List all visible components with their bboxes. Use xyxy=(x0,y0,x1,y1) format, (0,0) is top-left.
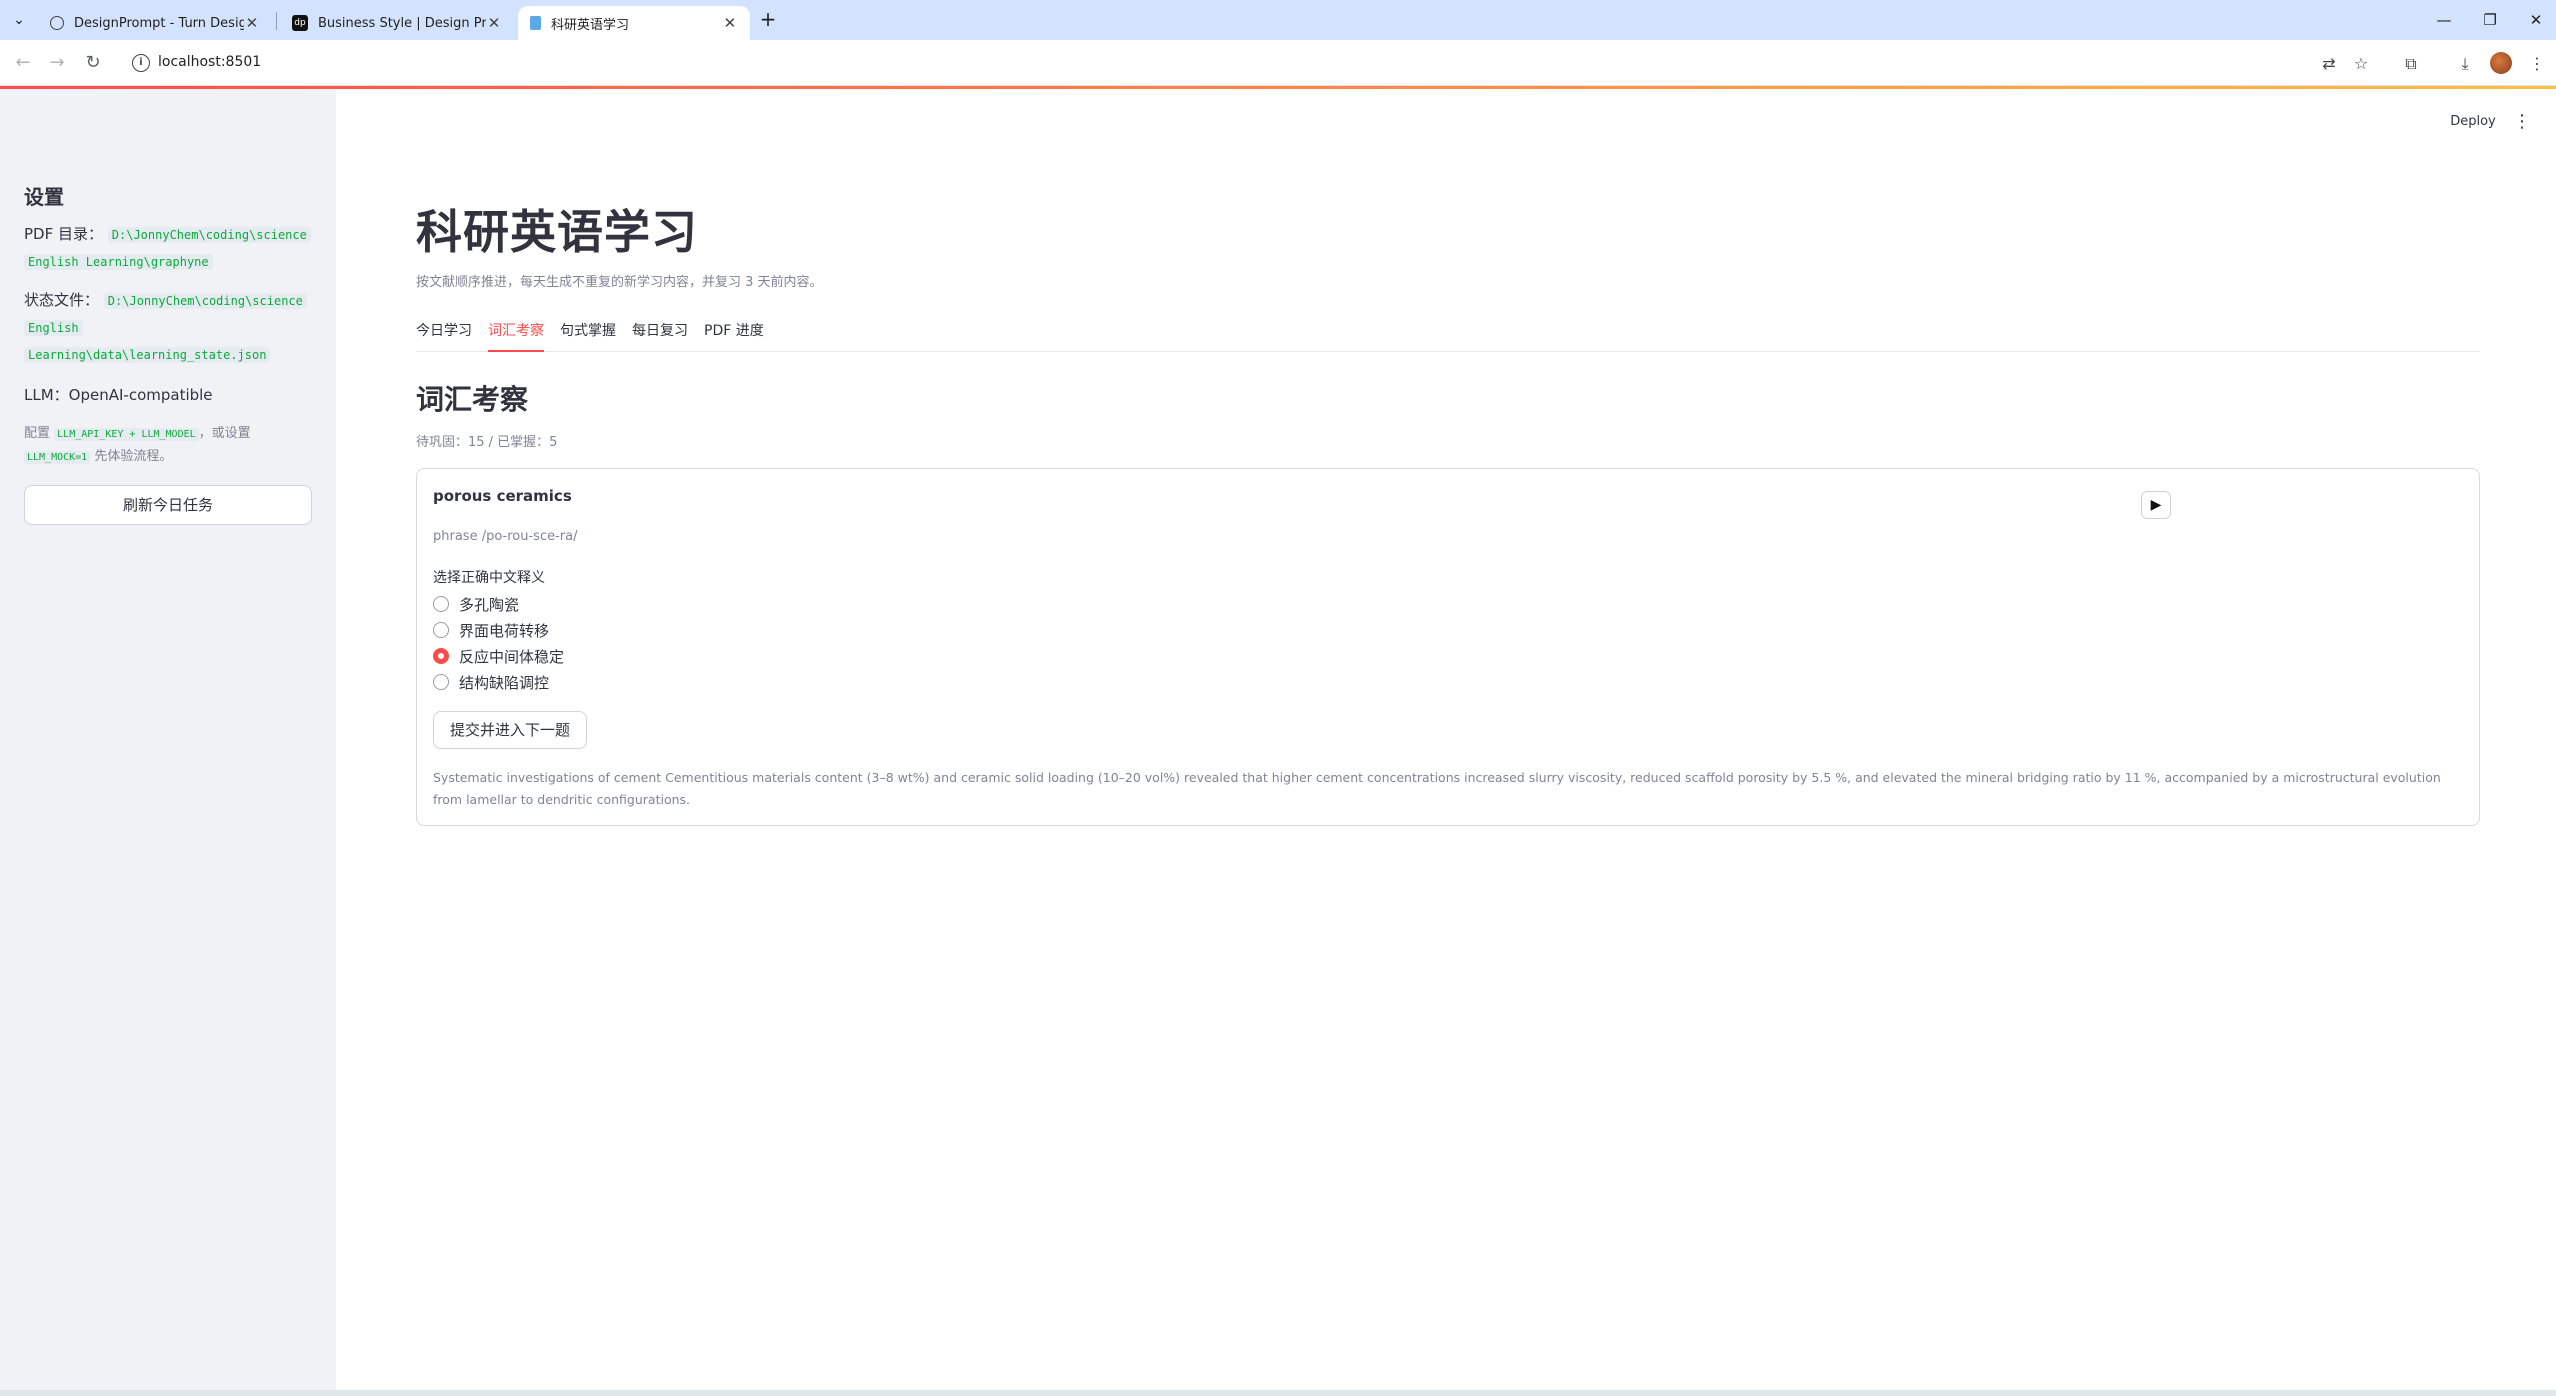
config-hint-prefix: 配置 xyxy=(24,426,51,441)
quiz-phonetic: phrase /po-rou-sce-ra/ xyxy=(433,529,578,544)
sidebar: 设置 PDF 目录： D:\JonnyChem\coding\science E… xyxy=(0,89,336,1390)
minimize-icon[interactable]: — xyxy=(2424,6,2464,34)
progress-stats: 待巩固：15 / 已掌握：5 xyxy=(416,435,558,450)
tab-sentence-patterns[interactable]: 句式掌握 xyxy=(560,320,616,352)
browser-tab-title: Business Style | Design Prompt xyxy=(318,15,487,31)
quiz-word: porous ceramics xyxy=(433,487,572,505)
download-icon[interactable]: ⤓ xyxy=(2454,53,2476,75)
new-tab-plus-icon[interactable]: + xyxy=(756,8,780,32)
config-hint: 配置 LLM_API_KEY + LLM_MODEL ，或设置 LLM_MOCK=… xyxy=(24,423,314,469)
pdf-directory-setting: PDF 目录： D:\JonnyChem\coding\science Engl… xyxy=(24,221,314,275)
tab-search-chevron-icon[interactable]: ⌄ xyxy=(6,8,32,32)
extensions-icon[interactable]: ⧉ xyxy=(2400,53,2422,75)
translate-icon[interactable]: ⇄ xyxy=(2318,53,2340,75)
state-file-path: D:\JonnyChem\coding\science xyxy=(103,293,307,309)
globe-icon xyxy=(50,16,64,30)
play-audio-icon[interactable]: ▶ xyxy=(2141,491,2171,519)
browser-toolbar: ← → ↻ i localhost:8501 ⇄ ☆ ⧉ ⤓ ⋮ xyxy=(0,40,2556,86)
radio-option[interactable]: 界面电荷转移 xyxy=(433,619,549,641)
section-title: 词汇考察 xyxy=(416,383,529,416)
radio-option-label: 界面电荷转移 xyxy=(459,621,550,640)
llm-value: OpenAI-compatible xyxy=(68,386,213,404)
url-text: localhost:8501 xyxy=(158,54,262,70)
pdf-directory-path-cont: English Learning\graphyne xyxy=(24,254,213,270)
window-bottom-edge xyxy=(0,1390,2556,1396)
radio-option[interactable]: 多孔陶瓷 xyxy=(433,593,519,615)
config-hint-code-keys: LLM_API_KEY + LLM_MODEL xyxy=(54,428,199,441)
site-info-icon[interactable]: i xyxy=(132,54,150,72)
radio-button-checked[interactable] xyxy=(433,648,449,664)
quiz-card: porous ceramics ▶ phrase /po-rou-sce-ra/… xyxy=(416,468,2480,826)
browser-menu-icon[interactable]: ⋮ xyxy=(2526,53,2548,75)
header-decoration-bar xyxy=(0,86,2556,89)
tab-daily-review[interactable]: 每日复习 xyxy=(632,320,688,352)
config-hint-code-mock: LLM_MOCK=1 xyxy=(24,451,91,464)
close-icon[interactable]: ✕ xyxy=(244,14,260,32)
state-file-label: 状态文件： xyxy=(24,291,100,309)
submit-next-button[interactable]: 提交并进入下一题 xyxy=(433,711,587,749)
tab-pdf-progress[interactable]: PDF 进度 xyxy=(704,320,764,352)
profile-avatar[interactable] xyxy=(2490,52,2512,74)
document-icon xyxy=(530,16,541,30)
close-icon[interactable]: ✕ xyxy=(486,14,502,32)
restore-icon[interactable]: ❐ xyxy=(2470,6,2510,34)
radio-button[interactable] xyxy=(433,596,449,612)
llm-label: LLM： xyxy=(24,386,69,404)
radio-button[interactable] xyxy=(433,622,449,638)
radio-option-label: 多孔陶瓷 xyxy=(459,595,520,614)
context-sentence: Systematic investigations of cement Ceme… xyxy=(433,770,2441,807)
back-arrow-icon[interactable]: ← xyxy=(10,50,36,76)
sidebar-title: 设置 xyxy=(24,185,64,209)
tab-bar: 今日学习 词汇考察 句式掌握 每日复习 PDF 进度 xyxy=(416,316,2480,352)
browser-tabstrip: ⌄ DesignPrompt - Turn Design ✕ dp Busine… xyxy=(0,0,2556,40)
kebab-menu-icon[interactable]: ⋮ xyxy=(2512,108,2532,136)
pdf-directory-path: D:\JonnyChem\coding\science xyxy=(107,227,311,243)
close-icon[interactable]: ✕ xyxy=(722,14,738,32)
page-caption: 按文献顺序推进，每天生成不重复的新学习内容，并复习 3 天前内容。 xyxy=(416,275,823,290)
reload-icon[interactable]: ↻ xyxy=(80,50,106,76)
page-title: 科研英语学习 xyxy=(416,205,698,259)
llm-setting: LLM：OpenAI-compatible xyxy=(24,382,314,408)
question-label: 选择正确中文释义 xyxy=(433,570,545,586)
radio-option-selected[interactable]: 反应中间体稳定 xyxy=(433,645,564,667)
state-file-path-cont2: Learning\data\learning_state.json xyxy=(24,347,271,363)
browser-tab-title: 科研英语学习 xyxy=(551,17,630,33)
bookmark-star-icon[interactable]: ☆ xyxy=(2350,53,2372,75)
tab-vocabulary-quiz[interactable]: 词汇考察 xyxy=(488,320,544,352)
forward-arrow-icon[interactable]: → xyxy=(44,50,70,76)
tab-separator xyxy=(276,12,277,30)
tab-today-study[interactable]: 今日学习 xyxy=(416,320,472,352)
config-hint-mid: ，或设置 xyxy=(198,426,251,441)
radio-option[interactable]: 结构缺陷调控 xyxy=(433,671,549,693)
state-file-path-cont: English xyxy=(24,320,83,336)
close-window-icon[interactable]: ✕ xyxy=(2516,6,2556,34)
browser-tab-active[interactable]: 科研英语学习 ✕ xyxy=(518,6,750,40)
radio-button[interactable] xyxy=(433,674,449,690)
pdf-directory-label: PDF 目录： xyxy=(24,225,103,243)
browser-tab-title: DesignPrompt - Turn Design xyxy=(74,15,244,31)
config-hint-suffix: 先体验流程。 xyxy=(94,449,173,464)
dp-logo-icon: dp xyxy=(292,15,308,31)
browser-tab-business-style[interactable]: dp Business Style | Design Prompt ✕ xyxy=(280,6,514,40)
address-bar[interactable]: i localhost:8501 xyxy=(122,46,2522,80)
radio-option-label: 反应中间体稳定 xyxy=(459,647,565,666)
radio-option-label: 结构缺陷调控 xyxy=(459,673,550,692)
deploy-button[interactable]: Deploy xyxy=(2440,108,2506,136)
browser-tab-designprompt[interactable]: DesignPrompt - Turn Design ✕ xyxy=(38,6,272,40)
refresh-today-tasks-button[interactable]: 刷新今日任务 xyxy=(24,485,312,525)
state-file-setting: 状态文件： D:\JonnyChem\coding\science Englis… xyxy=(24,287,314,368)
